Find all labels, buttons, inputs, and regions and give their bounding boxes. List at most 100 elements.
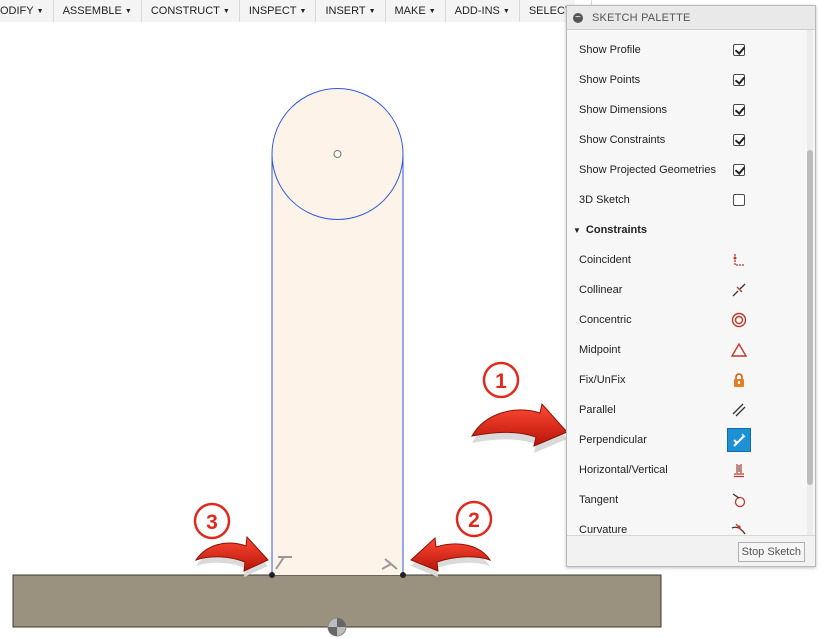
callout-marker-1: 1: [482, 361, 520, 399]
checkbox-show-constraints[interactable]: [727, 128, 751, 152]
constraint-tangent[interactable]: Tangent: [567, 485, 807, 515]
caret-down-icon: ▼: [299, 7, 307, 15]
menu-assemble[interactable]: ASSEMBLE ▼: [54, 0, 142, 22]
option-show-constraints[interactable]: Show Constraints: [567, 125, 807, 155]
constraint-label: Collinear: [579, 284, 623, 296]
option-3d-sketch[interactable]: 3D Sketch: [567, 185, 807, 215]
lock-icon[interactable]: [727, 368, 751, 392]
callout-marker-2: 2: [455, 500, 493, 538]
option-label: Show Constraints: [579, 134, 666, 146]
constraint-label: Tangent: [579, 494, 619, 506]
menu-modify[interactable]: ODIFY ▼: [0, 0, 54, 22]
checkbox-show-projected-geometries[interactable]: [727, 158, 751, 182]
checkbox-checked-icon: [733, 44, 745, 56]
caret-down-icon: ▼: [36, 7, 44, 15]
constraint-curvature[interactable]: Curvature: [567, 515, 807, 535]
caret-down-icon: ▼: [428, 7, 436, 15]
menu-label: ASSEMBLE: [62, 5, 122, 17]
checkbox-show-profile[interactable]: [727, 38, 751, 62]
option-label: Show Dimensions: [579, 104, 668, 116]
toolbar-menu: ODIFY ▼ ASSEMBLE ▼ CONSTRUCT ▼ INSPECT ▼ INS…: [0, 0, 592, 22]
constraints-section-header[interactable]: ▼ Constraints: [573, 215, 647, 245]
tangent-icon[interactable]: [727, 488, 751, 512]
menu-inspect[interactable]: INSPECT ▼: [240, 0, 317, 22]
callout-marker-3: 3: [193, 502, 231, 540]
triangle-down-icon: ▼: [573, 225, 581, 235]
menu-insert[interactable]: INSERT ▼: [316, 0, 386, 22]
parallel-icon[interactable]: [727, 398, 751, 422]
endpoint-left[interactable]: [269, 572, 275, 578]
palette-title: SKETCH PALETTE: [592, 11, 691, 24]
perpendicular-icon[interactable]: [727, 428, 751, 452]
constraint-label: Perpendicular: [579, 434, 647, 446]
caret-down-icon: ▼: [368, 7, 376, 15]
horizontal-vertical-icon[interactable]: [727, 458, 751, 482]
sketch-palette: − SKETCH PALETTE Show Profile Show Point…: [566, 5, 816, 567]
constraint-label: Midpoint: [579, 344, 621, 356]
checkbox-checked-icon: [733, 164, 745, 176]
checkbox-checked-icon: [733, 74, 745, 86]
palette-body: Show Profile Show Points Show Dimensions…: [567, 30, 815, 535]
svg-text:2: 2: [468, 509, 480, 532]
svg-text:1: 1: [495, 370, 507, 393]
constraint-label: Coincident: [579, 254, 631, 266]
constraint-perpendicular[interactable]: Perpendicular: [567, 425, 807, 455]
constraint-fix-unfix[interactable]: Fix/UnFix: [567, 365, 807, 395]
palette-header[interactable]: − SKETCH PALETTE: [567, 6, 815, 30]
checkbox-checked-icon: [733, 134, 745, 146]
circle-center-point[interactable]: [333, 150, 342, 158]
constraint-label: Concentric: [579, 314, 632, 326]
option-show-profile[interactable]: Show Profile: [567, 35, 807, 65]
endpoint-right[interactable]: [400, 572, 406, 578]
constraint-label: Horizontal/Vertical: [579, 464, 668, 476]
checkbox-show-points[interactable]: [727, 68, 751, 92]
caret-down-icon: ▼: [222, 7, 230, 15]
caret-down-icon: ▼: [502, 7, 510, 15]
constraint-coincident[interactable]: Coincident: [567, 245, 807, 275]
option-label: Show Projected Geometries: [579, 164, 716, 176]
midpoint-icon[interactable]: [727, 338, 751, 362]
constraint-collinear[interactable]: Collinear: [567, 275, 807, 305]
option-show-projected-geometries[interactable]: Show Projected Geometries: [567, 155, 807, 185]
constraint-label: Fix/UnFix: [579, 374, 626, 386]
menu-label: ADD-INS: [454, 5, 500, 17]
option-show-dimensions[interactable]: Show Dimensions: [567, 95, 807, 125]
callout-arrow-1: [471, 402, 568, 453]
constraint-concentric[interactable]: Concentric: [567, 305, 807, 335]
option-show-points[interactable]: Show Points: [567, 65, 807, 95]
origin-icon: [327, 617, 347, 637]
palette-footer: Stop Sketch: [567, 535, 815, 566]
coincident-icon[interactable]: [727, 248, 751, 272]
menu-label: CONSTRUCT: [150, 5, 220, 17]
curvature-icon[interactable]: [727, 518, 751, 535]
constraint-midpoint[interactable]: Midpoint: [567, 335, 807, 365]
menu-label: ODIFY: [0, 5, 34, 17]
stop-sketch-button[interactable]: Stop Sketch: [737, 542, 805, 562]
checkbox-show-dimensions[interactable]: [727, 98, 751, 122]
constraint-label: Parallel: [579, 404, 616, 416]
checkbox-3d-sketch[interactable]: [727, 188, 751, 212]
app-window: 1 2 3 ODIFY ▼ ASSEMBLE ▼ CONSTRUCT ▼ INSPE: [0, 0, 823, 638]
section-title: Constraints: [585, 224, 648, 236]
constraint-parallel[interactable]: Parallel: [567, 395, 807, 425]
constraint-horizontal-vertical[interactable]: Horizontal/Vertical: [567, 455, 807, 485]
checkbox-unchecked-icon: [733, 194, 745, 206]
collinear-icon[interactable]: [727, 278, 751, 302]
caret-down-icon: ▼: [124, 7, 132, 15]
callout-arrow-2: [410, 536, 492, 577]
scrollbar-thumb[interactable]: [807, 150, 813, 485]
menu-construct[interactable]: CONSTRUCT ▼: [142, 0, 240, 22]
option-label: 3D Sketch: [579, 194, 630, 206]
palette-scrollbar[interactable]: [807, 30, 813, 535]
menu-label: INSERT: [325, 5, 366, 17]
concentric-icon[interactable]: [727, 308, 751, 332]
menu-add-ins[interactable]: ADD-INS ▼: [446, 0, 520, 22]
svg-text:3: 3: [206, 511, 218, 534]
collapse-icon[interactable]: −: [573, 12, 583, 23]
checkbox-checked-icon: [733, 104, 745, 116]
menu-label: MAKE: [394, 5, 426, 17]
constraint-label: Curvature: [579, 524, 628, 535]
option-label: Show Points: [579, 74, 641, 86]
callout-arrow-3: [194, 535, 269, 577]
menu-make[interactable]: MAKE ▼: [386, 0, 446, 22]
